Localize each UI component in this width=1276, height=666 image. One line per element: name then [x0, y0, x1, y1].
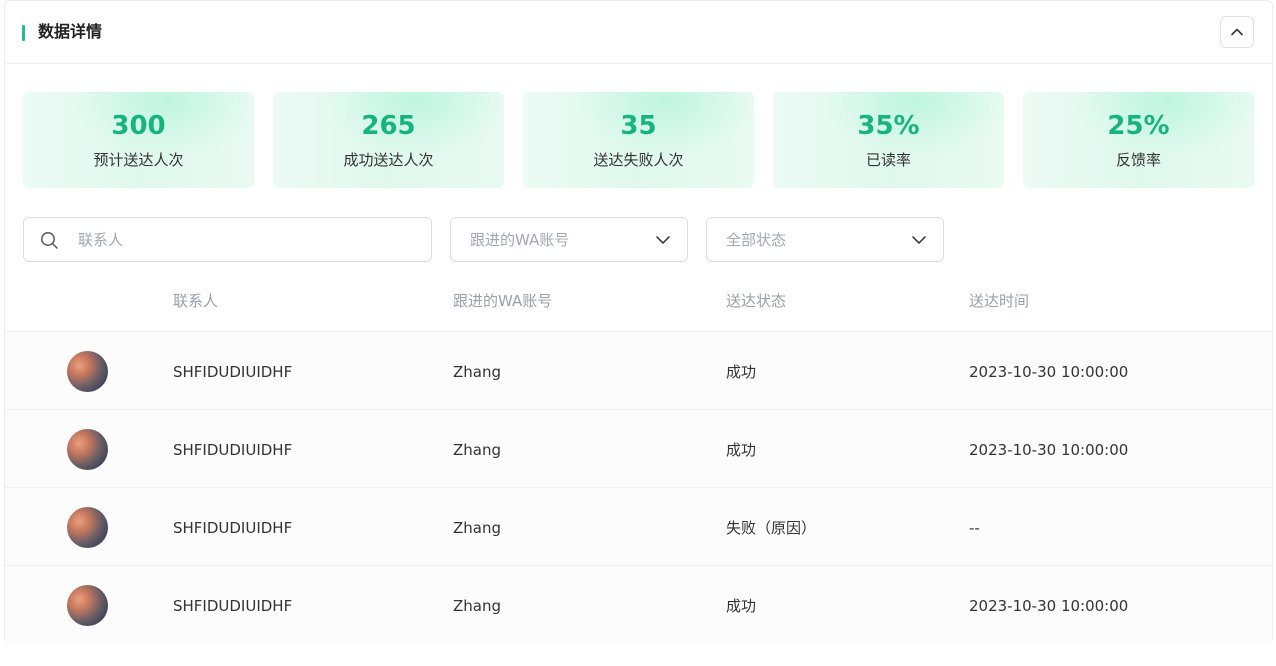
stat-value: 35 [620, 111, 657, 141]
stat-card-feedback-rate: 25% 反馈率 [1023, 92, 1254, 188]
stat-card-success: 265 成功送达人次 [273, 92, 504, 188]
column-header-contact: 联系人 [173, 292, 219, 310]
avatar [67, 351, 108, 392]
cell-contact: SHFIDUDIUIDHF [173, 597, 293, 615]
stat-value: 25% [1107, 111, 1170, 141]
stat-label: 送达失败人次 [593, 151, 684, 169]
status-select[interactable]: 全部状态 [706, 217, 944, 262]
cell-contact: SHFIDUDIUIDHF [173, 363, 293, 381]
search-input[interactable] [78, 226, 418, 254]
stat-card-read-rate: 35% 已读率 [773, 92, 1004, 188]
avatar [67, 507, 108, 548]
cell-time: 2023-10-30 10:00:00 [969, 441, 1129, 459]
cell-status: 成功 [726, 363, 757, 381]
avatar [67, 429, 108, 470]
status-select-placeholder: 全部状态 [726, 231, 787, 249]
table-row[interactable]: SHFIDUDIUIDHF Zhang 成功 2023-10-30 10:00:… [5, 410, 1272, 488]
wa-account-select[interactable]: 跟进的WA账号 [450, 217, 688, 262]
chevron-down-icon [656, 236, 670, 244]
cell-time: -- [969, 519, 980, 537]
cell-status: 成功 [726, 441, 757, 459]
collapse-button[interactable] [1220, 16, 1254, 48]
table-row[interactable]: SHFIDUDIUIDHF Zhang 成功 2023-10-30 10:00:… [5, 332, 1272, 410]
cell-contact: SHFIDUDIUIDHF [173, 519, 293, 537]
cell-wa-account: Zhang [453, 363, 502, 381]
stat-card-expected: 300 预计送达人次 [23, 92, 254, 188]
cell-time: 2023-10-30 10:00:00 [969, 597, 1129, 615]
wa-account-select-placeholder: 跟进的WA账号 [470, 231, 570, 249]
panel-title: 数据详情 [38, 22, 103, 41]
cell-status: 成功 [726, 597, 757, 615]
chevron-down-icon [912, 236, 926, 244]
cell-contact: SHFIDUDIUIDHF [173, 441, 293, 459]
column-header-wa-account: 跟进的WA账号 [453, 292, 553, 310]
cell-wa-account: Zhang [453, 519, 502, 537]
cell-status: 失败（原因） [726, 519, 817, 537]
stat-label: 预计送达人次 [93, 151, 184, 169]
cell-wa-account: Zhang [453, 441, 502, 459]
stat-label: 反馈率 [1115, 151, 1161, 169]
column-header-status: 送达状态 [726, 292, 787, 310]
column-header-time: 送达时间 [969, 292, 1030, 310]
chevron-up-icon [1231, 28, 1243, 36]
stat-label: 成功送达人次 [343, 151, 434, 169]
cell-time: 2023-10-30 10:00:00 [969, 363, 1129, 381]
table-row[interactable]: SHFIDUDIUIDHF Zhang 失败（原因） -- [5, 488, 1272, 566]
avatar [67, 585, 108, 626]
panel-header: 数据详情 [5, 1, 1272, 64]
search-icon [41, 232, 58, 249]
stat-label: 已读率 [865, 151, 911, 169]
stat-value: 265 [361, 111, 416, 141]
title-accent-bar [22, 25, 25, 41]
data-details-panel: 数据详情 300 预计送达人次 265 成功送达人次 35 送达失败人次 35%… [4, 0, 1273, 644]
stat-value: 35% [857, 111, 920, 141]
cell-wa-account: Zhang [453, 597, 502, 615]
contact-search [23, 217, 432, 262]
table-row[interactable]: SHFIDUDIUIDHF Zhang 成功 2023-10-30 10:00:… [5, 566, 1272, 644]
stat-value: 300 [111, 111, 166, 141]
stat-card-failed: 35 送达失败人次 [523, 92, 754, 188]
